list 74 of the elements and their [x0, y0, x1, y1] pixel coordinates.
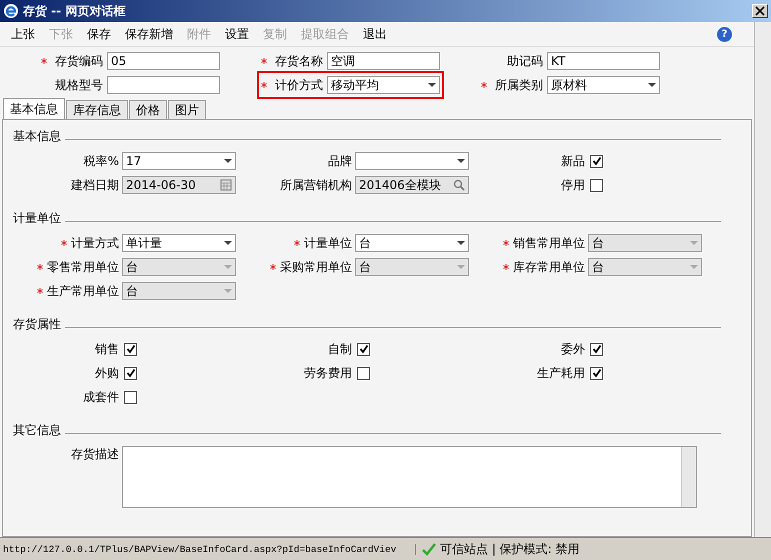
- checkbox[interactable]: [357, 342, 370, 356]
- tab[interactable]: 价格: [129, 100, 167, 119]
- text-field[interactable]: 空调: [327, 52, 440, 70]
- field-label: 采购常用单位: [280, 258, 352, 276]
- field-label: 新品: [561, 152, 585, 170]
- field-label: 销售常用单位: [513, 234, 585, 252]
- field-label: 生产常用单位: [47, 282, 119, 300]
- checkbox[interactable]: [590, 154, 603, 168]
- checkbox[interactable]: [590, 178, 603, 192]
- field-label: 外购: [95, 364, 119, 382]
- caret-icon[interactable]: [457, 241, 465, 245]
- field-label: 销售: [95, 340, 119, 358]
- checkbox[interactable]: [124, 342, 137, 356]
- field-label: 所属营销机构: [280, 176, 352, 194]
- field-label: 零售常用单位: [47, 258, 119, 276]
- field-label: 建档日期: [71, 176, 119, 194]
- dropdown[interactable]: 台: [355, 234, 469, 252]
- checkbox[interactable]: [590, 366, 603, 380]
- status-url: http://127.0.0.1/TPlus/BAPView/BaseInfoCard.aspx?pId=baseInfoCardViev: [0, 544, 416, 554]
- text-field[interactable]: 05: [107, 52, 220, 70]
- tab[interactable]: 库存信息: [66, 100, 128, 119]
- field-label: 自制: [328, 340, 352, 358]
- field-label: 助记码: [507, 52, 543, 70]
- field-label: 规格型号: [55, 76, 103, 94]
- toolbar-button[interactable]: 退出: [356, 26, 394, 42]
- dropdown[interactable]: 17: [122, 152, 236, 170]
- checkbox[interactable]: [357, 366, 370, 380]
- dropdown[interactable]: 移动平均: [327, 76, 440, 94]
- tab[interactable]: 图片: [168, 100, 206, 119]
- field-label: 劳务费用: [304, 364, 352, 382]
- help-button[interactable]: ?: [717, 26, 732, 42]
- scrollbar[interactable]: [681, 447, 696, 507]
- section-title: 其它信息: [13, 422, 61, 438]
- browser-icon: [3, 3, 19, 19]
- field-label: 停用: [561, 176, 585, 194]
- checkbox[interactable]: [124, 366, 137, 380]
- field-label: 税率%: [84, 152, 119, 170]
- window-title: 存货 -- 网页对话框: [23, 2, 126, 20]
- caret-icon[interactable]: [648, 83, 656, 87]
- toolbar-button[interactable]: 设置: [218, 26, 256, 42]
- toolbar-button[interactable]: 保存: [80, 26, 118, 42]
- field-label: 库存常用单位: [513, 258, 585, 276]
- section-title: 存货属性: [13, 316, 61, 332]
- field-label: 存货名称: [275, 52, 323, 70]
- field-label: 所属类别: [495, 76, 543, 94]
- field-label: 计量方式: [71, 234, 119, 252]
- caret-icon[interactable]: [224, 241, 232, 245]
- field-label: 生产耗用: [537, 364, 585, 382]
- field-label: 存货编码: [55, 52, 103, 70]
- field-label: 计量单位: [304, 234, 352, 252]
- close-button[interactable]: [752, 4, 768, 18]
- caret-icon[interactable]: [224, 159, 232, 163]
- dropdown[interactable]: 单计量: [122, 234, 236, 252]
- field-label: 委外: [561, 340, 585, 358]
- checkbox[interactable]: [124, 390, 137, 404]
- field-label: 计价方式: [275, 76, 323, 94]
- text-field[interactable]: [107, 76, 220, 94]
- checkbox[interactable]: [590, 342, 603, 356]
- text-field[interactable]: KT: [547, 52, 660, 70]
- scrollbar[interactable]: [754, 22, 771, 537]
- tab[interactable]: 基本信息: [3, 98, 65, 119]
- section-title: 基本信息: [13, 128, 61, 144]
- toolbar-button[interactable]: 上张: [4, 26, 42, 42]
- field-label: 品牌: [328, 152, 352, 170]
- description-field[interactable]: [122, 446, 697, 508]
- check-icon: [422, 542, 436, 556]
- field-label: 存货描述: [71, 446, 119, 463]
- dropdown[interactable]: 原材料: [547, 76, 660, 94]
- security-zone: 可信站点 | 保护模式: 禁用: [440, 540, 580, 558]
- section-title: 计量单位: [13, 210, 61, 226]
- field-label: 成套件: [83, 388, 119, 406]
- toolbar-button[interactable]: 保存新增: [118, 26, 180, 42]
- caret-icon[interactable]: [428, 83, 436, 87]
- caret-icon[interactable]: [457, 159, 465, 163]
